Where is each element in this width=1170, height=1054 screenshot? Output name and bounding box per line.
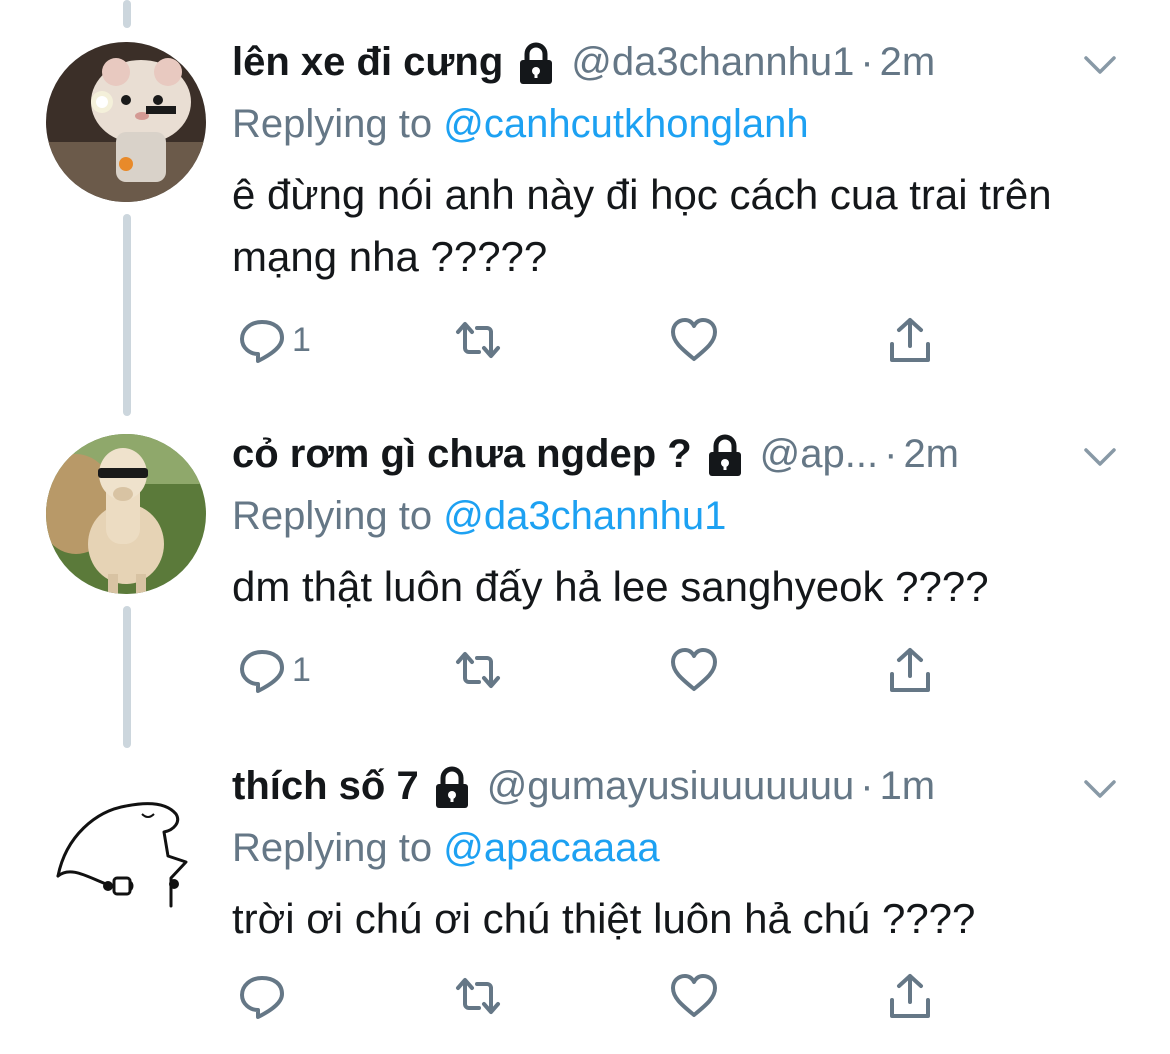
- alpaca-avatar: [46, 434, 206, 594]
- chevron-down-icon[interactable]: [1080, 768, 1120, 808]
- replying-label: Replying to: [232, 826, 433, 870]
- mention-link[interactable]: @canhcutkhonglanh: [443, 102, 808, 146]
- share-button[interactable]: [884, 968, 936, 1024]
- replying-to: Replying to @apacaaaa: [232, 820, 1112, 876]
- share-button[interactable]: [884, 312, 936, 368]
- thread-line: [123, 214, 131, 416]
- reply-count: 1: [292, 650, 311, 689]
- tweet-content: thích số 7 @gumayusiuuuuuuu · 1m Replyin…: [232, 758, 1112, 950]
- tweet-header: cỏ rơm gì chưa ngdep ? @ap... · 2m: [232, 426, 1112, 482]
- timestamp[interactable]: 1m: [880, 758, 936, 814]
- replying-label: Replying to: [232, 102, 433, 146]
- share-icon: [890, 318, 930, 362]
- avatar[interactable]: [46, 42, 206, 202]
- avatar[interactable]: [46, 766, 206, 926]
- share-button[interactable]: [884, 642, 936, 698]
- separator-dot: ·: [884, 432, 898, 476]
- timestamp[interactable]: 2m: [880, 34, 936, 90]
- thread-line: [123, 0, 131, 28]
- like-button[interactable]: [668, 968, 720, 1024]
- retweet-icon: [456, 322, 500, 358]
- timestamp[interactable]: 2m: [903, 426, 959, 482]
- tweet-header: thích số 7 @gumayusiuuuuuuu · 1m: [232, 758, 1112, 814]
- share-icon: [890, 648, 930, 692]
- like-button[interactable]: [668, 312, 720, 368]
- lock-icon: [433, 766, 471, 810]
- tweet-actions: 1: [236, 312, 1116, 372]
- retweet-button[interactable]: [452, 312, 504, 368]
- reply-count: 1: [292, 320, 311, 359]
- tweet-text: trời ơi chú ơi chú thiệt luôn hả chú ???…: [232, 895, 976, 942]
- separator-dot: ·: [860, 40, 874, 84]
- tweet-content: cỏ rơm gì chưa ngdep ? @ap... · 2m Reply…: [232, 426, 1112, 618]
- retweet-icon: [456, 978, 500, 1014]
- replying-to: Replying to @canhcutkhonglanh: [232, 96, 1112, 152]
- hamster-avatar: [46, 42, 206, 202]
- user-handle[interactable]: @gumayusiuuuuuuu: [487, 758, 855, 814]
- reply-icon: [240, 976, 284, 1019]
- lock-icon: [517, 42, 555, 86]
- mention-link[interactable]: @da3channhu1: [443, 494, 726, 538]
- thread-line: [123, 606, 131, 748]
- retweet-button[interactable]: [452, 968, 504, 1024]
- display-name[interactable]: thích số 7: [232, 758, 419, 814]
- heart-icon: [671, 318, 717, 361]
- tweet-actions: 1: [236, 642, 1116, 702]
- mention-link[interactable]: @apacaaaa: [443, 826, 659, 870]
- reply-button[interactable]: [236, 968, 292, 1024]
- reply-icon: [240, 320, 284, 363]
- heart-icon: [671, 648, 717, 691]
- reply-icon: [240, 650, 284, 693]
- share-icon: [890, 974, 930, 1018]
- like-button[interactable]: [668, 642, 720, 698]
- user-handle[interactable]: @ap...: [760, 426, 878, 482]
- user-handle[interactable]: @da3channhu1: [571, 34, 854, 90]
- tweet-text: dm thật luôn đấy hả lee sanghyeok ????: [232, 563, 989, 610]
- tweet-text: ê đừng nói anh này đi học cách cua trai …: [232, 171, 1052, 280]
- tweet-content: lên xe đi cưng @da3channhu1 · 2m Replyin…: [232, 34, 1112, 288]
- chevron-down-icon[interactable]: [1080, 436, 1120, 476]
- replying-to: Replying to @da3channhu1: [232, 488, 1112, 544]
- reply-button[interactable]: 1: [236, 312, 311, 368]
- display-name[interactable]: lên xe đi cưng: [232, 34, 503, 90]
- retweet-button[interactable]: [452, 642, 504, 698]
- avatar[interactable]: [46, 434, 206, 594]
- tweet-actions: [236, 968, 1116, 1028]
- reply-button[interactable]: 1: [236, 642, 311, 698]
- lock-icon: [706, 434, 744, 478]
- doodle-avatar: [46, 766, 206, 926]
- separator-dot: ·: [860, 764, 874, 808]
- tweet-header: lên xe đi cưng @da3channhu1 · 2m: [232, 34, 1112, 90]
- heart-icon: [671, 974, 717, 1017]
- display-name[interactable]: cỏ rơm gì chưa ngdep ?: [232, 426, 692, 482]
- chevron-down-icon[interactable]: [1080, 44, 1120, 84]
- replying-label: Replying to: [232, 494, 433, 538]
- retweet-icon: [456, 652, 500, 688]
